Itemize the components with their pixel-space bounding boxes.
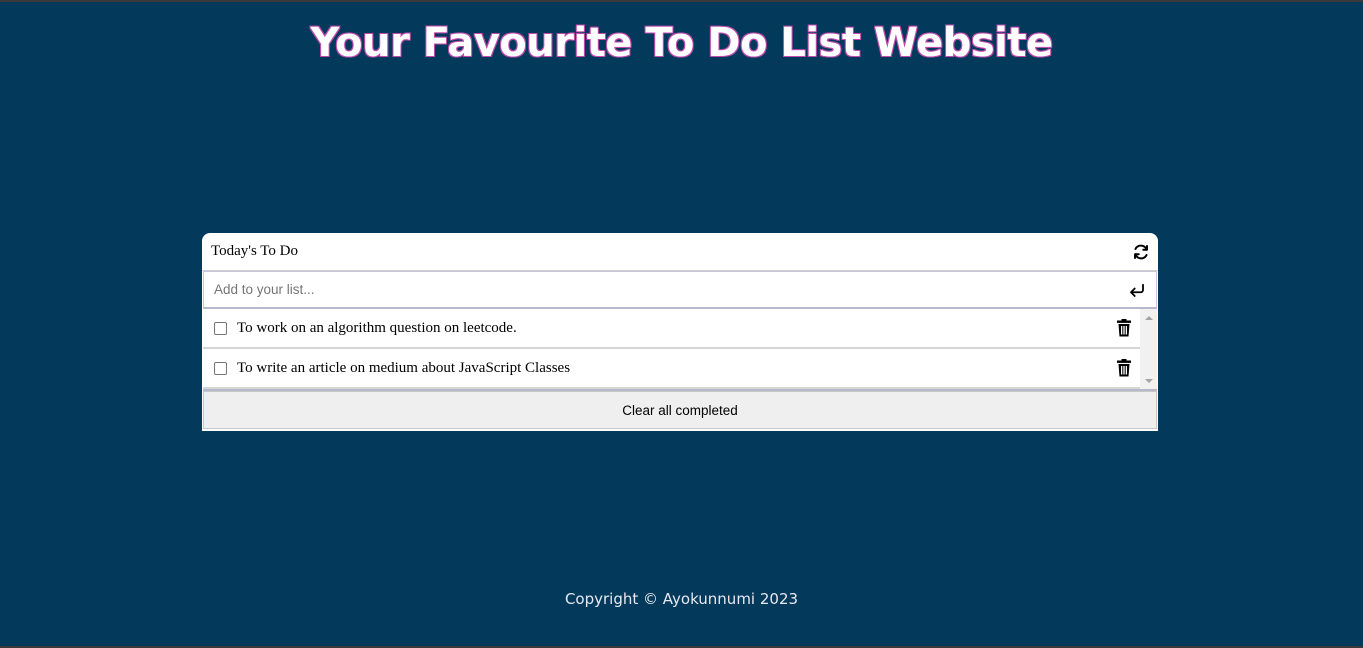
todo-list: To work on an algorithm question on leet… [203, 309, 1140, 389]
card-title: Today's To Do [211, 243, 298, 259]
todo-item: To write an article on medium about Java… [203, 349, 1140, 389]
todo-card: Today's To Do To work on an algorithm qu… [202, 233, 1158, 431]
card-header: Today's To Do [202, 233, 1158, 271]
clear-completed-button[interactable]: Clear all completed [203, 391, 1157, 429]
enter-icon[interactable] [1128, 281, 1146, 299]
footer-copyright: Copyright © Ayokunnumi 2023 [564, 590, 799, 608]
trash-icon[interactable] [1116, 319, 1132, 337]
todo-list-container: To work on an algorithm question on leet… [203, 309, 1157, 391]
list-scrollbar[interactable] [1140, 309, 1157, 389]
todo-text: To work on an algorithm question on leet… [237, 319, 517, 336]
todo-checkbox[interactable] [214, 321, 227, 335]
add-row [203, 271, 1157, 309]
todo-item: To work on an algorithm question on leet… [203, 309, 1140, 349]
scroll-up-arrow-icon[interactable] [1145, 316, 1153, 320]
scroll-down-arrow-icon[interactable] [1145, 379, 1153, 383]
todo-text: To write an article on medium about Java… [237, 359, 571, 376]
page-title: Your Favourite To Do List Website [310, 20, 1053, 66]
trash-icon[interactable] [1116, 359, 1132, 377]
todo-checkbox[interactable] [214, 361, 227, 375]
refresh-icon[interactable] [1132, 243, 1150, 261]
add-todo-input[interactable] [214, 282, 1128, 297]
